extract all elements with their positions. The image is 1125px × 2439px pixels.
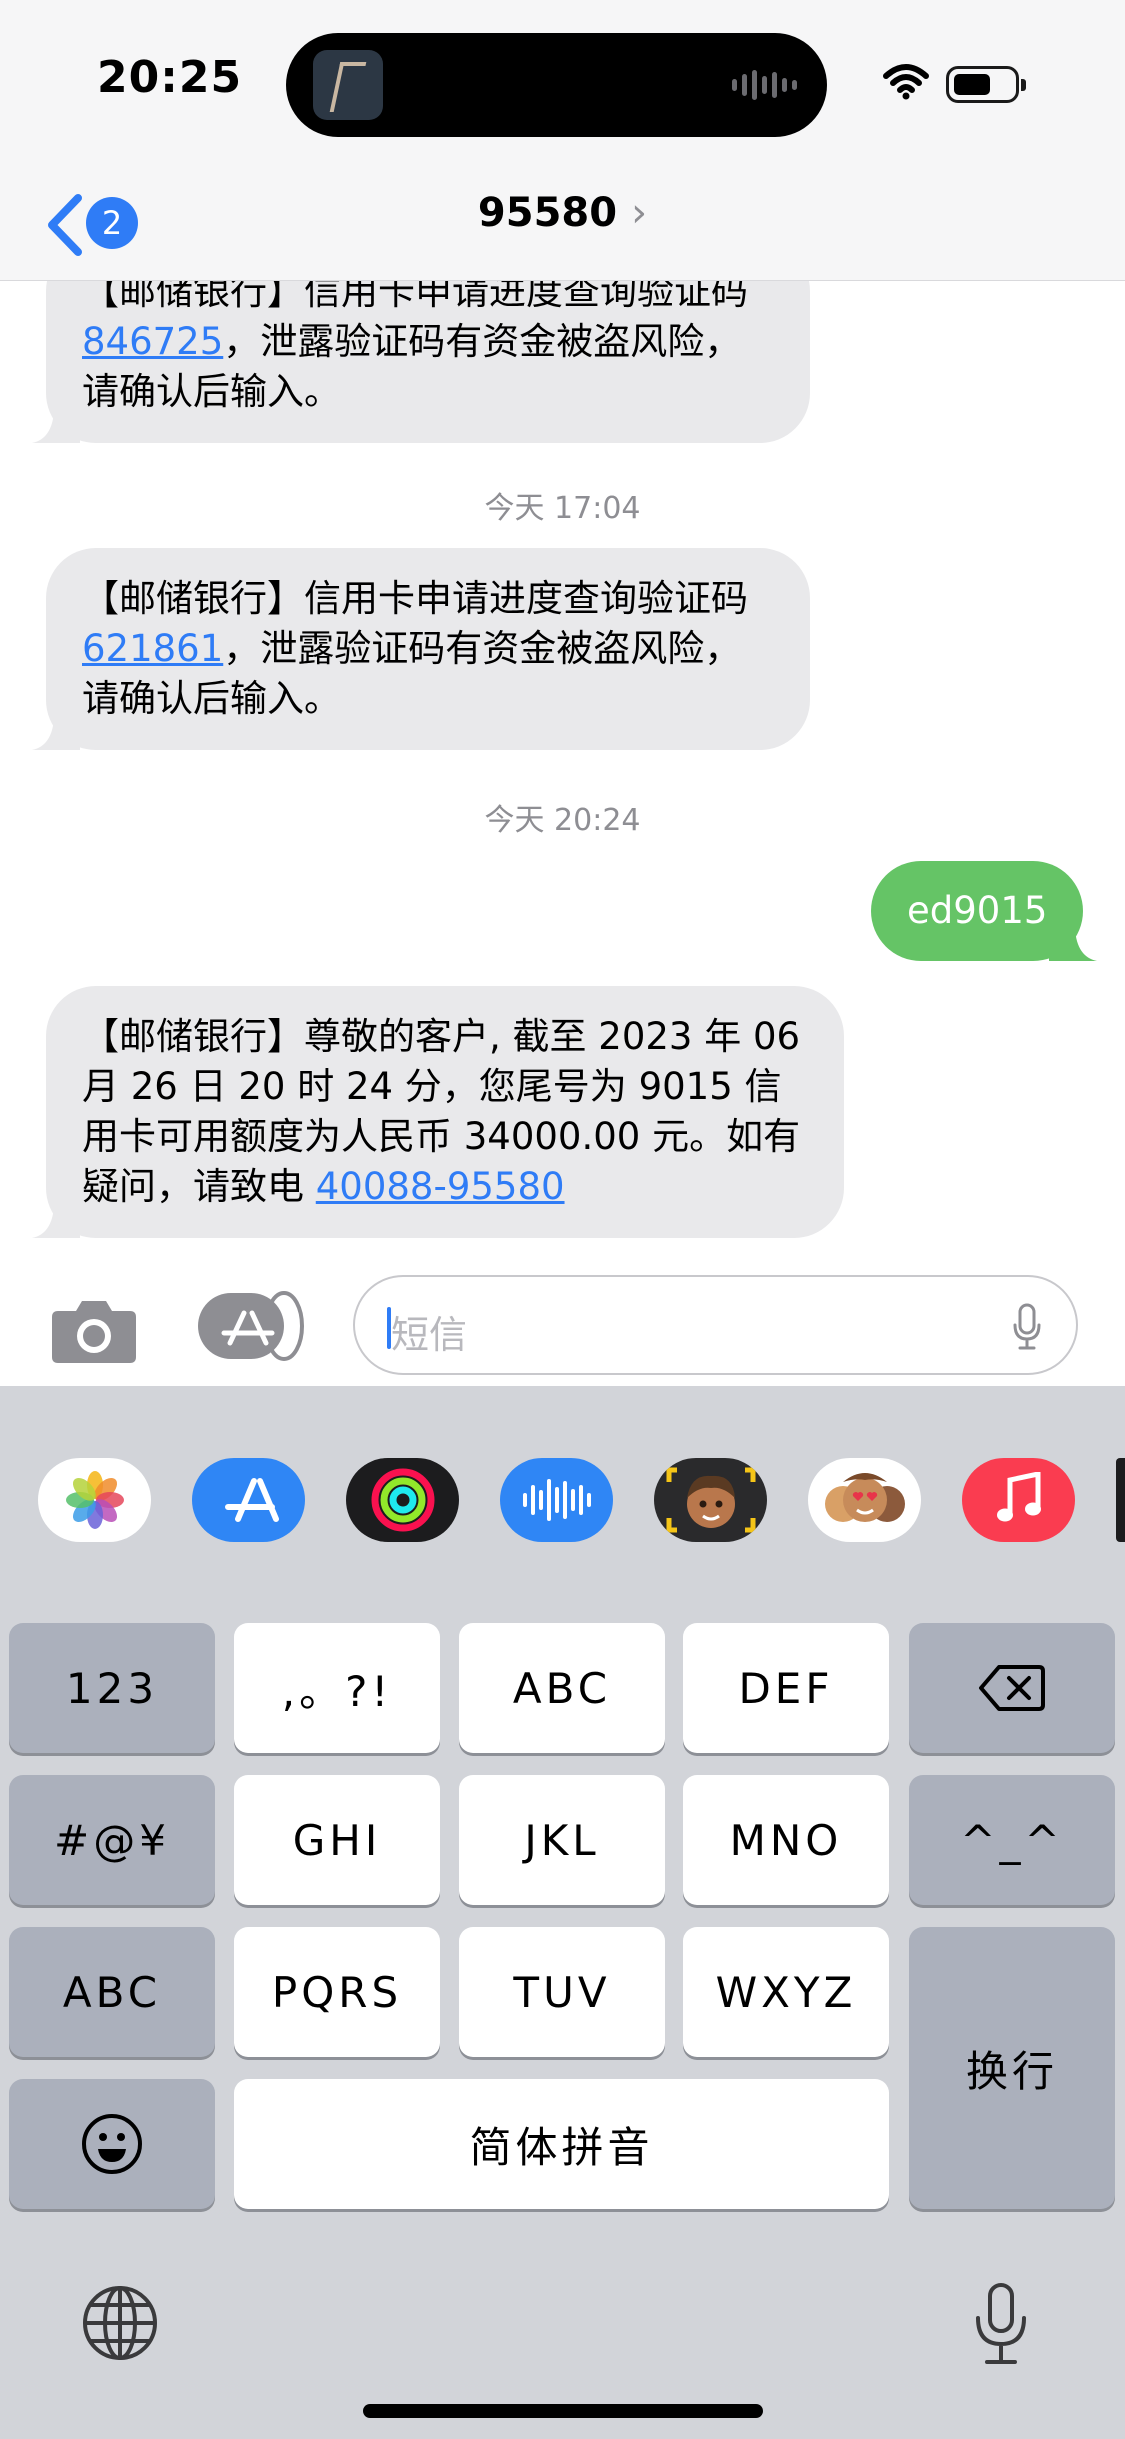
memoji-stickers-icon[interactable] xyxy=(808,1458,921,1542)
battery-icon xyxy=(946,66,1026,103)
phone-number-link[interactable]: 40088-95580 xyxy=(316,1165,565,1208)
message-bubble-received[interactable]: 【邮储银行】信用卡申请进度查询验证码 621861，泄露验证码有资金被盗风险，请… xyxy=(32,548,810,750)
now-playing-artwork-icon xyxy=(313,50,383,120)
key-abc[interactable]: ABC xyxy=(459,1623,665,1753)
app-store-apps-icon[interactable] xyxy=(198,1291,304,1361)
delete-key[interactable] xyxy=(909,1623,1115,1753)
key-tuv[interactable]: TUV xyxy=(459,1927,665,2057)
music-icon[interactable] xyxy=(962,1458,1075,1542)
bubble-tail xyxy=(1049,929,1098,961)
key-def[interactable]: DEF xyxy=(683,1623,889,1753)
verification-code-link[interactable]: 621861 xyxy=(82,627,223,670)
message-bubble-sent[interactable]: ed9015 xyxy=(871,861,1098,961)
space-key[interactable]: 简体拼音 xyxy=(234,2079,889,2209)
contact-name: 95580 xyxy=(477,190,618,236)
fitness-icon[interactable] xyxy=(346,1458,459,1542)
input-placeholder: 短信 xyxy=(391,1313,468,1357)
timestamp: 今天 17:04 xyxy=(484,491,641,526)
key-punctuation[interactable]: ,。?! xyxy=(234,1623,440,1753)
audio-waveform-icon xyxy=(732,69,797,101)
key-switch-abc[interactable]: ABC xyxy=(9,1927,215,2057)
key-jkl[interactable]: JKL xyxy=(459,1775,665,1905)
delete-icon xyxy=(979,1665,1045,1711)
message-thread[interactable]: 【邮储银行】信用卡申请进度查询验证码 846725，泄露验证码有资金被盗风险，请… xyxy=(0,281,1125,1281)
header: 20:25 2 95580 › xyxy=(0,0,1125,281)
dynamic-island[interactable] xyxy=(286,33,827,137)
emoji-key[interactable] xyxy=(9,2079,215,2209)
key-pqrs[interactable]: PQRS xyxy=(234,1927,440,2057)
bubble-tail xyxy=(32,1206,80,1238)
key-123[interactable]: 123 xyxy=(9,1623,215,1753)
compose-bar: 短信 xyxy=(0,1253,1125,1386)
globe-icon[interactable] xyxy=(80,2283,160,2363)
bubble-tail xyxy=(32,411,80,443)
photos-icon[interactable] xyxy=(38,1458,151,1542)
emoji-icon xyxy=(82,2114,142,2174)
more-apps-icon[interactable] xyxy=(1116,1458,1125,1542)
keyboard: 123 ,。?! ABC DEF #@¥ GHI JKL MNO ^_^ ABC… xyxy=(0,1386,1125,2439)
key-wxyz[interactable]: WXYZ xyxy=(683,1927,889,2057)
message-bubble-received[interactable]: 【邮储银行】信用卡申请进度查询验证码 846725，泄露验证码有资金被盗风险，请… xyxy=(32,281,810,443)
audio-message-icon[interactable] xyxy=(500,1458,613,1542)
bubble-tail xyxy=(32,718,80,750)
timestamp: 今天 20:24 xyxy=(484,803,641,838)
key-mno[interactable]: MNO xyxy=(683,1775,889,1905)
return-key[interactable]: 换行 xyxy=(909,1927,1115,2209)
app-store-icon[interactable] xyxy=(192,1458,305,1542)
wifi-icon xyxy=(883,64,929,100)
message-bubble-received[interactable]: 【邮储银行】尊敬的客户, 截至 2023 年 06 月 26 日 20 时 24… xyxy=(32,986,844,1238)
home-indicator[interactable] xyxy=(363,2404,763,2418)
verification-code-link[interactable]: 846725 xyxy=(82,320,223,363)
camera-icon[interactable] xyxy=(50,1295,138,1365)
key-ghi[interactable]: GHI xyxy=(234,1775,440,1905)
chevron-right-icon: › xyxy=(631,190,648,236)
contact-title[interactable]: 95580 › xyxy=(0,190,1125,236)
memoji-icon[interactable] xyxy=(654,1458,767,1542)
message-input[interactable]: 短信 xyxy=(353,1275,1078,1375)
mic-icon[interactable] xyxy=(973,2282,1029,2366)
status-time: 20:25 xyxy=(97,52,243,103)
key-symbols[interactable]: #@¥ xyxy=(9,1775,215,1905)
key-kaomoji[interactable]: ^_^ xyxy=(909,1775,1115,1905)
dictation-mic-icon[interactable] xyxy=(1012,1303,1042,1351)
